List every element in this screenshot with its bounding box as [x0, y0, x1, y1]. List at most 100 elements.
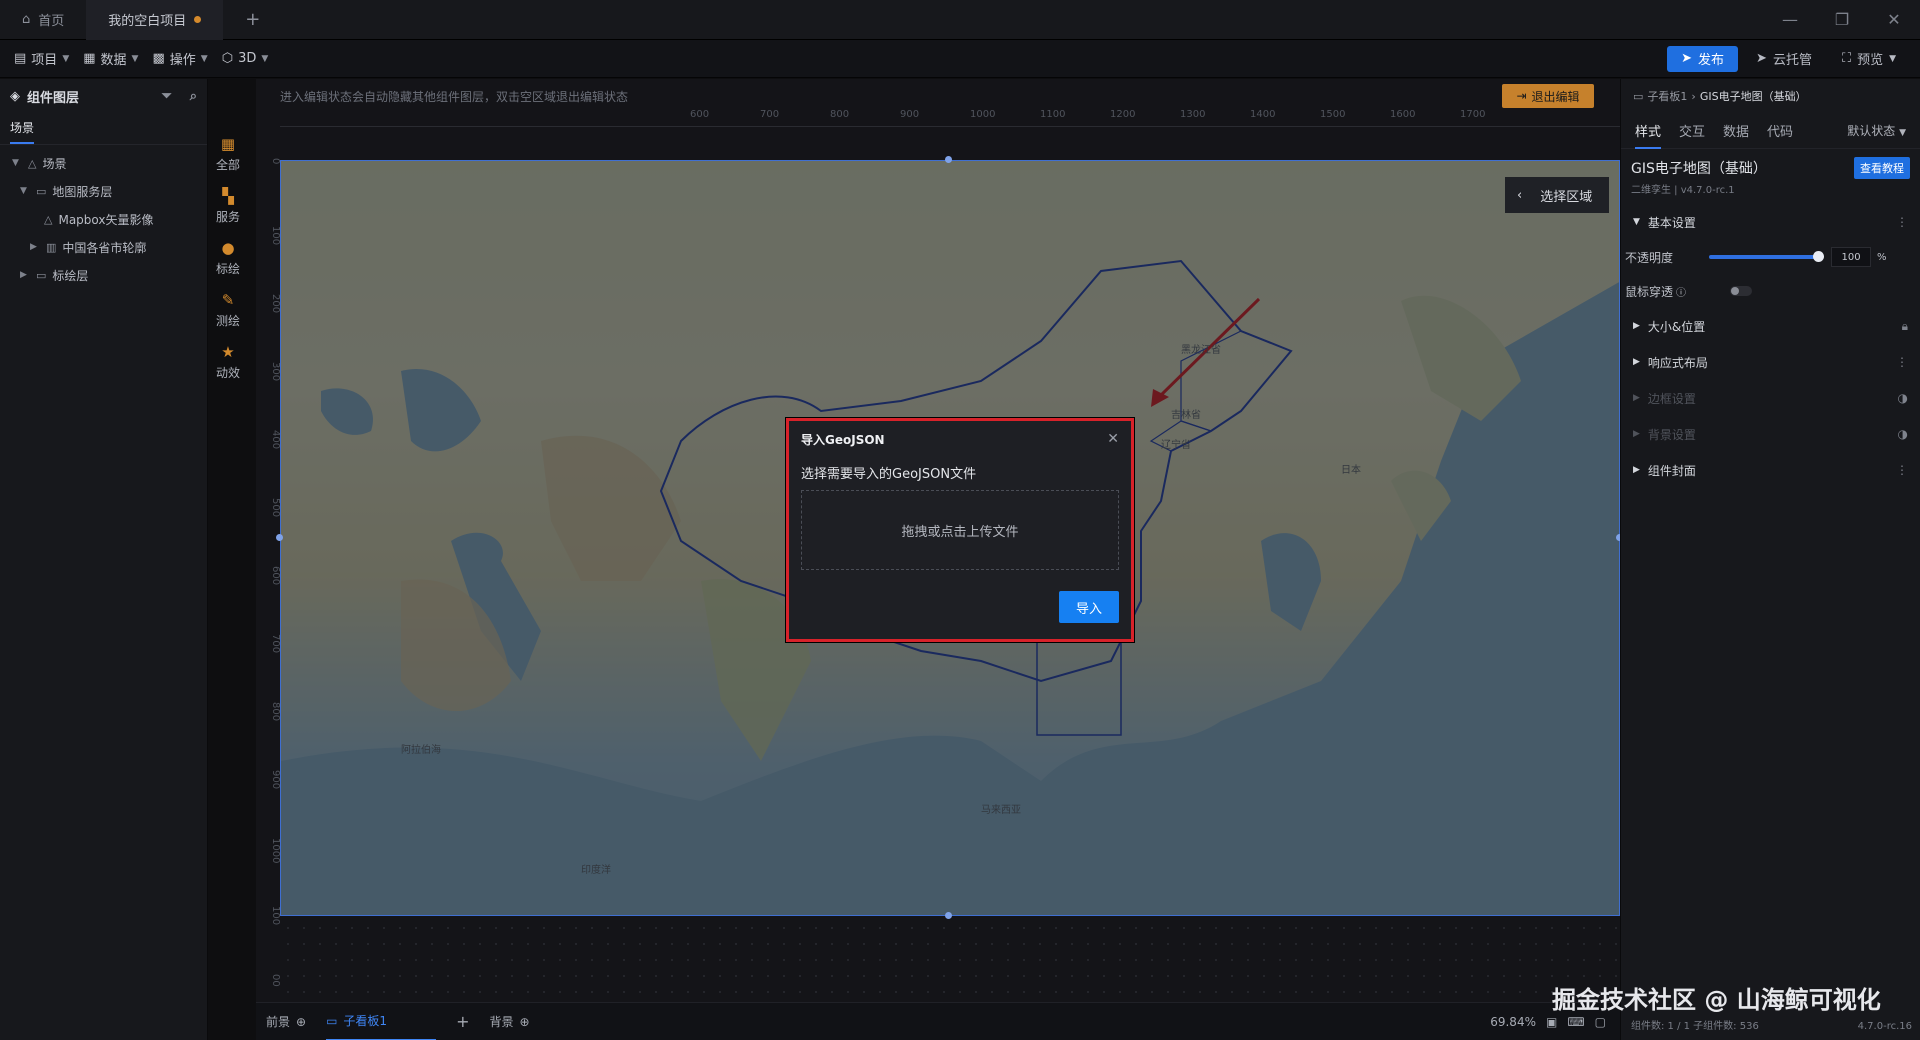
section-responsive[interactable]: ▶ 响应式布局 ⋮ — [1621, 344, 1920, 380]
section-label: 背景设置 — [1647, 427, 1696, 442]
tree-item-mapbox[interactable]: △ Mapbox矢量影像 — [0, 205, 207, 233]
import-button[interactable]: 导入 — [1059, 591, 1119, 623]
tree-item-china-outline[interactable]: ▶ ▥ 中国各省市轮廓 — [0, 233, 207, 261]
toggle-icon[interactable]: ◑ — [1898, 391, 1908, 405]
scene-icon: △ — [28, 156, 37, 170]
tab-foreground[interactable]: 前景 ⊕ — [266, 1013, 306, 1030]
upload-dropzone[interactable]: 拖拽或点击上传文件 — [801, 490, 1119, 570]
more-icon[interactable]: ⋮ — [1896, 215, 1908, 229]
close-icon[interactable]: ✕ — [1107, 431, 1119, 447]
resize-handle-bottom[interactable] — [945, 912, 952, 919]
ruler-tick-label: 1600 — [1390, 109, 1416, 120]
new-tab-button[interactable]: + — [223, 0, 282, 40]
add-circle-icon[interactable]: ⊕ — [520, 1015, 530, 1029]
tab-background[interactable]: 背景 ⊕ — [489, 1013, 529, 1030]
tab-code[interactable]: 代码 — [1767, 121, 1793, 140]
minimize-icon[interactable]: — — [1764, 10, 1816, 29]
tab-style[interactable]: 样式 — [1635, 121, 1662, 149]
chevron-right-icon[interactable]: ▶ — [20, 270, 30, 280]
send-icon: ➤ — [1756, 51, 1767, 66]
keyboard-icon[interactable]: ⌨ — [1567, 1015, 1584, 1029]
chevron-down-icon: ▼ — [200, 53, 208, 64]
chevron-right-icon: ▶ — [1633, 357, 1640, 367]
resize-handle-top[interactable] — [945, 156, 952, 163]
section-basic[interactable]: ▼ 基本设置 ⋮ — [1621, 204, 1920, 240]
chevron-down-icon: ▼ — [131, 53, 139, 64]
resize-handle-left[interactable] — [276, 534, 283, 541]
chevron-right-icon: › — [1691, 89, 1696, 103]
cloud-label: 云托管 — [1772, 53, 1812, 68]
menu-3d-label: 3D — [238, 51, 257, 66]
chevron-down-icon[interactable]: ▼ — [20, 186, 30, 196]
tab-board[interactable]: ▭ 子看板1 — [326, 1003, 437, 1040]
menu-3d[interactable]: ⬡ 3D ▼ — [222, 51, 269, 66]
close-window-icon[interactable]: ✕ — [1868, 10, 1920, 29]
rail-all[interactable]: ▦ 全部 — [208, 128, 248, 180]
cloud-host-button[interactable]: ➤ 云托管 — [1744, 46, 1824, 72]
board-icon: ▥ — [46, 240, 57, 254]
menu-data[interactable]: ▦ 数据 ▼ — [83, 49, 138, 68]
fullscreen-icon: ⛶ — [1841, 51, 1852, 66]
opacity-row: 不透明度 100 % — [1621, 240, 1920, 274]
zoom-level[interactable]: 69.84% — [1490, 1015, 1536, 1029]
tab-data[interactable]: 数据 — [1723, 121, 1749, 140]
dialog-description: 选择需要导入的GeoJSON文件 — [801, 467, 977, 482]
tab-home[interactable]: ⌂ 首页 — [0, 0, 86, 40]
publish-button[interactable]: ➤ 发布 — [1667, 45, 1739, 72]
more-icon[interactable]: ⋮ — [1896, 463, 1908, 477]
restore-icon[interactable]: ❐ — [1816, 10, 1868, 29]
rail-label: 测绘 — [215, 314, 240, 328]
search-icon[interactable]: ⌕ — [190, 89, 197, 104]
opacity-unit: % — [1877, 251, 1887, 263]
slider-knob[interactable] — [1813, 251, 1825, 262]
tab-project[interactable]: 我的空白项目 — [86, 0, 224, 40]
tab-interaction[interactable]: 交互 — [1679, 121, 1705, 140]
add-circle-icon[interactable]: ⊕ — [296, 1015, 306, 1029]
section-cover[interactable]: ▶ 组件封面 ⋮ — [1621, 452, 1920, 488]
ruler-tick-label: 1200 — [1110, 109, 1136, 120]
map-label: 黑龙江省 — [1181, 345, 1221, 356]
ruler-tick-label: 700 — [760, 109, 780, 120]
properties-panel: ▭ 子看板1 › GIS电子地图（基础） 样式 交互 数据 代码 默认状态 ▼ … — [1620, 79, 1920, 1040]
ruler-tick-label: 600 — [690, 109, 710, 120]
tree-item-label: Mapbox矢量影像 — [58, 212, 154, 227]
tree-item-map-service[interactable]: ▼ ▭ 地图服务层 — [0, 177, 207, 205]
title-bar: ⌂ 首页 我的空白项目 + — ❐ ✕ — [0, 0, 1920, 40]
section-size-position[interactable]: ▶ 大小&位置 🔒︎ — [1621, 308, 1920, 344]
more-icon[interactable]: ⋮ — [1896, 355, 1908, 369]
component-version: 二维孪生 | v4.7.0-rc.1 — [1631, 185, 1735, 196]
select-region-button[interactable]: ‹ 选择区域 — [1505, 177, 1609, 213]
help-icon: ⓘ — [1676, 287, 1687, 299]
chevron-down-icon[interactable]: ▼ — [12, 158, 22, 168]
toggle-icon[interactable]: ◑ — [1898, 427, 1908, 441]
state-select[interactable]: 默认状态 ▼ — [1847, 122, 1906, 139]
opacity-slider[interactable] — [1709, 251, 1825, 262]
rail-plot[interactable]: ● 标绘 — [208, 232, 248, 284]
menu-project[interactable]: ▤ 项目 ▼ — [14, 49, 69, 68]
terminal-icon[interactable]: ▢ — [1595, 1015, 1606, 1029]
opacity-input[interactable]: 100 — [1831, 247, 1872, 267]
rail-effect[interactable]: ★ 动效 — [208, 336, 248, 388]
rail-service[interactable]: ▚ 服务 — [208, 180, 248, 232]
rail-survey[interactable]: ✎ 测绘 — [208, 284, 248, 336]
fit-icon[interactable]: ▣ — [1546, 1015, 1557, 1029]
mouse-through-toggle[interactable] — [1730, 286, 1753, 296]
menu-operate[interactable]: ▩ 操作 ▼ — [152, 49, 207, 68]
exit-edit-button[interactable]: ⇥ 退出编辑 — [1502, 84, 1594, 108]
add-board-button[interactable]: + — [456, 1012, 469, 1031]
section-border[interactable]: ▶ 边框设置 ◑ — [1621, 380, 1920, 416]
tutorial-button[interactable]: 查看教程 — [1854, 157, 1910, 179]
board-icon: ▭ — [326, 1013, 338, 1028]
tree-item-plot-layer[interactable]: ▶ ▭ 标绘层 — [0, 261, 207, 289]
scene-icon: △ — [44, 212, 53, 226]
filter-icon[interactable]: ⏷ — [161, 89, 171, 104]
grid-icon: ▦ — [220, 135, 236, 153]
tab-scene[interactable]: 场景 — [10, 119, 35, 144]
component-name: GIS电子地图（基础） — [1631, 161, 1767, 177]
section-background[interactable]: ▶ 背景设置 ◑ — [1621, 416, 1920, 452]
preview-button[interactable]: ⛶ 预览 ▼ — [1830, 46, 1908, 72]
breadcrumb-parent[interactable]: 子看板1 — [1647, 88, 1687, 104]
lock-icon[interactable]: 🔒︎ — [1902, 319, 1908, 334]
tree-item-scene[interactable]: ▼ △ 场景 — [0, 149, 207, 177]
chevron-right-icon[interactable]: ▶ — [30, 242, 40, 252]
